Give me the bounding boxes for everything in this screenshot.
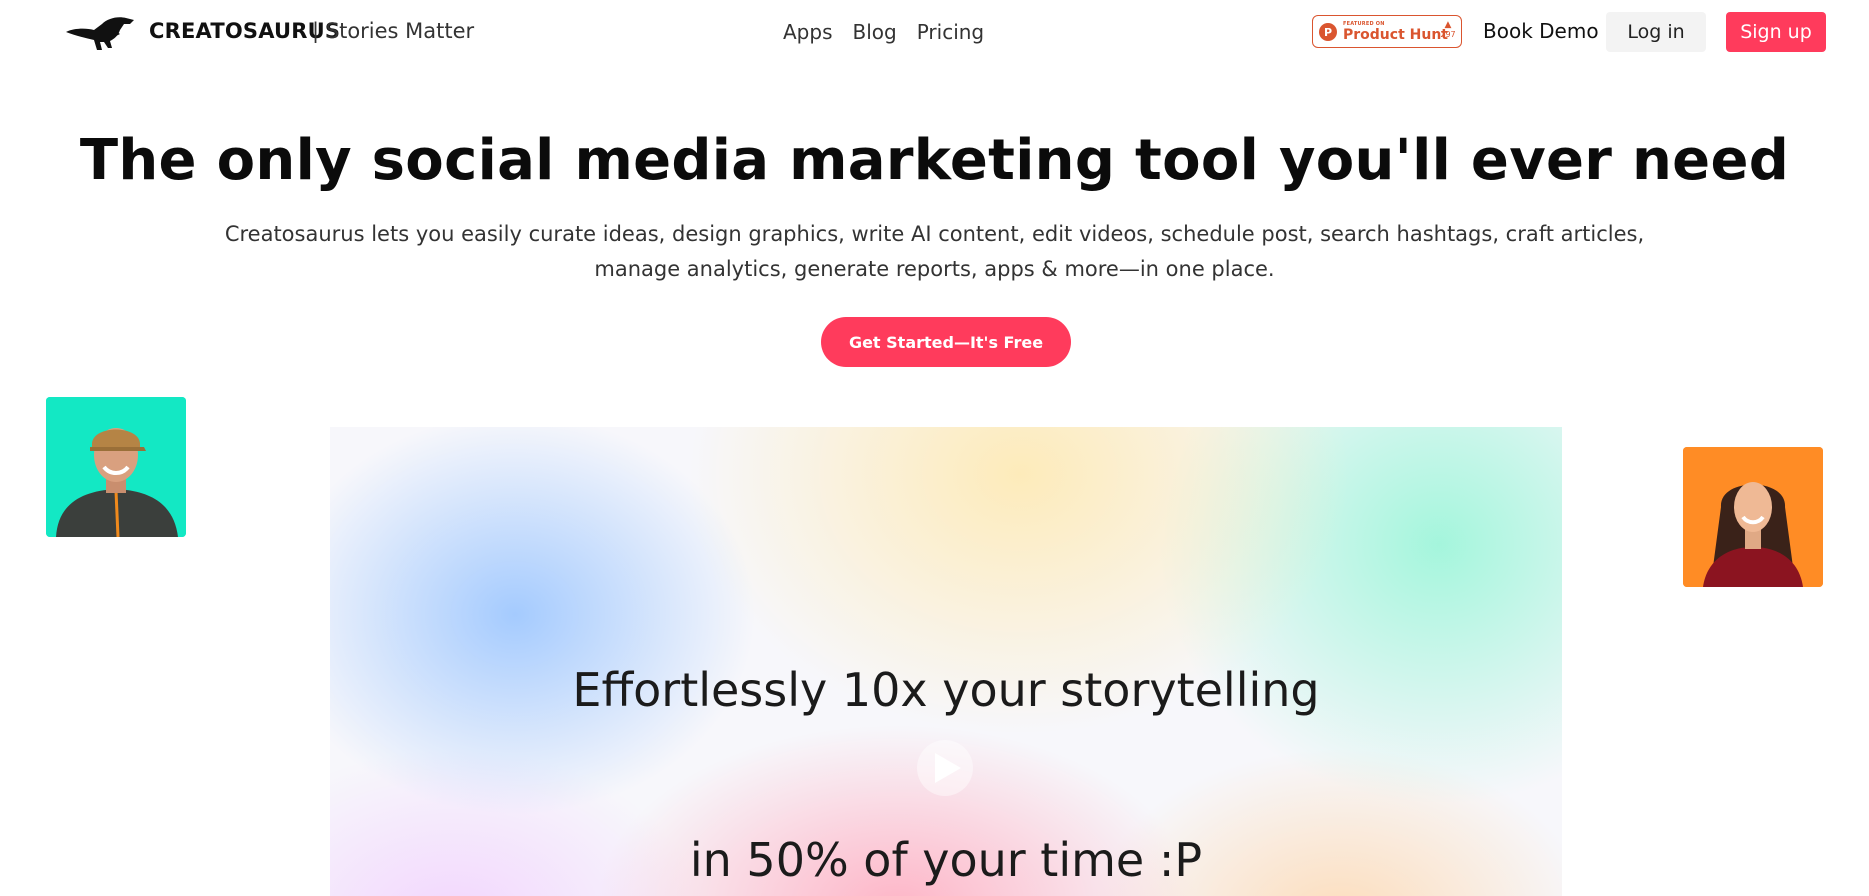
hero-subtext: Creatosaurus lets you easily curate idea… [224,222,1645,281]
video-headline-line2: in 50% of your time :P [689,833,1203,887]
avatar-man [46,397,186,537]
nav-link-pricing[interactable]: Pricing [917,20,984,44]
signup-button[interactable]: Sign up [1726,12,1826,52]
play-button[interactable] [917,740,973,796]
product-hunt-votes: ▲ 297 [1439,20,1457,40]
landing-page: CREATOSAURUS | Stories Matter Apps Blog … [0,0,1869,896]
intro-video[interactable]: Effortlessly 10x your storytelling in 50… [330,427,1562,896]
product-hunt-name: Product Hunt [1343,27,1448,43]
nav-links: Apps Blog Pricing [783,20,984,44]
nav-link-blog[interactable]: Blog [853,20,897,44]
avatar-woman [1683,447,1823,587]
get-started-button[interactable]: Get Started—It's Free [821,317,1071,367]
book-demo-link[interactable]: Book Demo [1483,19,1599,43]
brand-tagline: | Stories Matter [312,19,475,43]
play-icon [934,753,961,783]
nav-link-apps[interactable]: Apps [783,20,833,44]
hero-headline: The only social media marketing tool you… [79,128,1790,193]
dinosaur-logo-icon[interactable] [64,10,140,54]
login-button[interactable]: Log in [1606,12,1706,52]
product-hunt-vote-count: 297 [1440,30,1456,39]
top-nav: CREATOSAURUS | Stories Matter Apps Blog … [0,0,1869,64]
product-hunt-badge[interactable]: P FEATURED ON Product Hunt ▲ 297 [1312,15,1462,48]
upvote-icon: ▲ [1444,20,1452,30]
video-headline-line1: Effortlessly 10x your storytelling [572,663,1320,717]
product-hunt-icon: P [1319,23,1337,41]
